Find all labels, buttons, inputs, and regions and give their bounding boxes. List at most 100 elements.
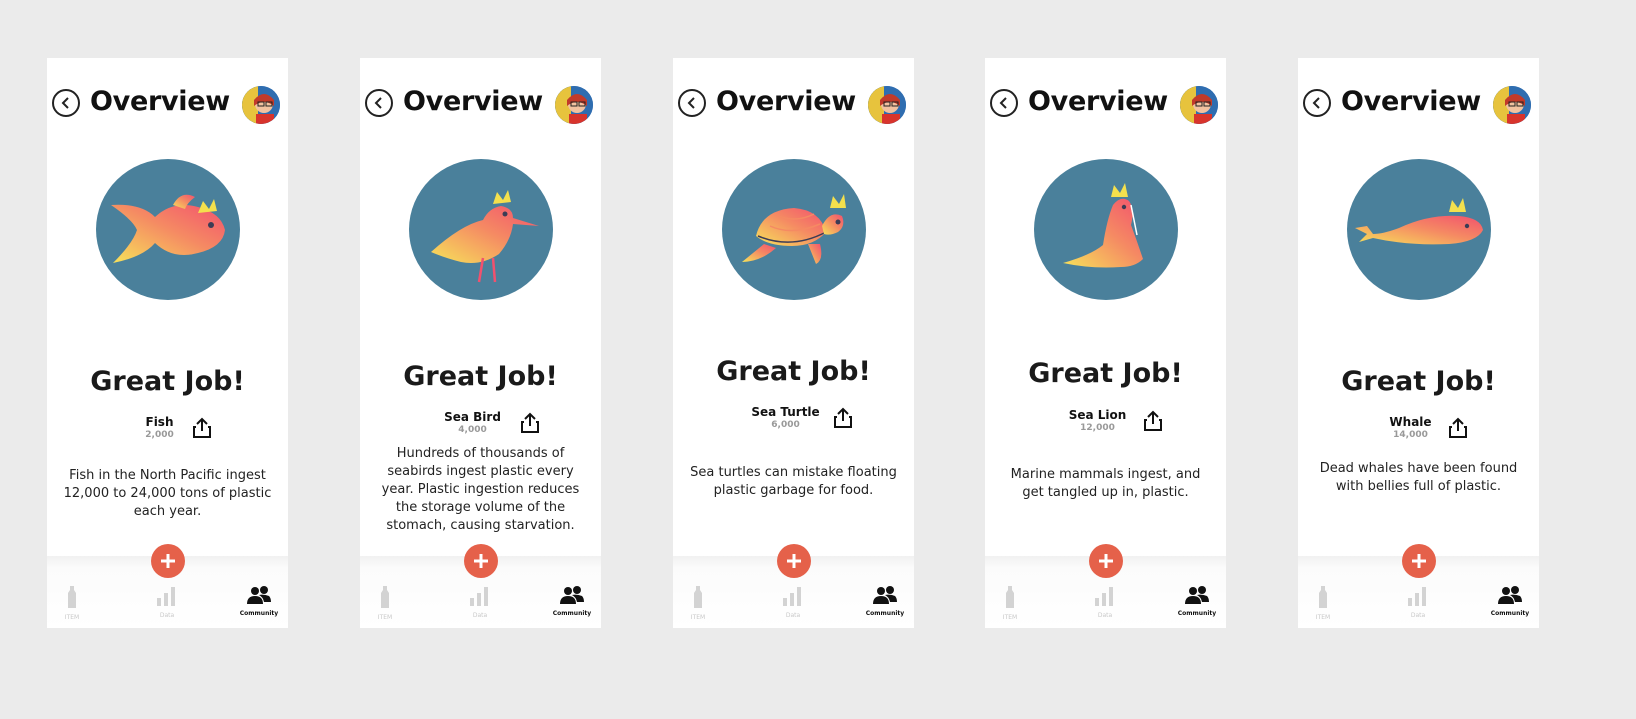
share-icon[interactable] bbox=[1448, 417, 1468, 439]
tab-data[interactable]: Data bbox=[142, 586, 192, 619]
page-title: Overview bbox=[1028, 86, 1168, 117]
screen-sea-lion: Overview Great Job! Sea Lion 12,000 Mari… bbox=[985, 58, 1226, 628]
page-title: Overview bbox=[90, 86, 230, 117]
animal-illustration bbox=[95, 159, 240, 300]
tab-community[interactable]: Community bbox=[860, 586, 910, 617]
back-button[interactable] bbox=[1303, 89, 1331, 117]
tab-label: Data bbox=[1410, 612, 1426, 619]
tab-bar: ITEM Data Community bbox=[47, 544, 288, 628]
back-button[interactable] bbox=[678, 89, 706, 117]
community-icon bbox=[560, 586, 584, 604]
description: Dead whales have been found with bellies… bbox=[1319, 461, 1518, 494]
animal-count: 12,000 bbox=[1080, 423, 1115, 433]
header: Overview bbox=[990, 86, 1226, 126]
tab-community[interactable]: Community bbox=[234, 586, 284, 617]
tab-data[interactable]: Data bbox=[768, 586, 818, 619]
bar-chart-icon bbox=[157, 587, 175, 606]
tab-item[interactable]: ITEM bbox=[1298, 586, 1348, 621]
community-icon bbox=[247, 586, 271, 604]
chevron-left-icon bbox=[61, 97, 69, 109]
heading: Great Job! bbox=[403, 361, 558, 392]
bar-chart-icon bbox=[783, 587, 801, 606]
animal-name: Sea Turtle bbox=[751, 405, 820, 419]
tab-bar: ITEM Data Community bbox=[1298, 544, 1539, 628]
screen-whale: Overview Great Job! Whale 14,000 Dead wh… bbox=[1298, 58, 1539, 628]
description: Fish in the North Pacific ingest 12,000 … bbox=[63, 468, 272, 519]
tab-label: ITEM bbox=[1002, 614, 1018, 621]
plus-icon bbox=[1098, 554, 1113, 568]
animal-name-row: Sea Lion 12,000 bbox=[985, 408, 1226, 438]
tab-item[interactable]: ITEM bbox=[985, 586, 1035, 621]
tab-data[interactable]: Data bbox=[1393, 586, 1443, 619]
tab-label: Community bbox=[239, 610, 279, 617]
page-title: Overview bbox=[403, 86, 543, 117]
plus-icon bbox=[786, 554, 801, 568]
animal-name-row: Fish 2,000 bbox=[47, 415, 288, 445]
avatar[interactable] bbox=[555, 86, 593, 124]
tab-community[interactable]: Community bbox=[1172, 586, 1222, 617]
tab-data[interactable]: Data bbox=[455, 586, 505, 619]
header: Overview bbox=[365, 86, 601, 126]
add-button[interactable] bbox=[1088, 544, 1123, 578]
chevron-left-icon bbox=[687, 97, 695, 109]
animal-count: 2,000 bbox=[145, 430, 174, 440]
animal-name-row: Whale 14,000 bbox=[1298, 415, 1539, 445]
community-icon bbox=[1185, 586, 1209, 604]
tab-label: Data bbox=[1097, 612, 1113, 619]
page-title: Overview bbox=[1341, 86, 1481, 117]
plus-icon bbox=[473, 554, 488, 568]
description: Sea turtles can mistake floating plastic… bbox=[690, 465, 897, 498]
plus-icon bbox=[1411, 554, 1426, 568]
tab-item[interactable]: ITEM bbox=[47, 586, 97, 621]
add-button[interactable] bbox=[1401, 544, 1436, 578]
add-button[interactable] bbox=[463, 544, 498, 578]
avatar[interactable] bbox=[1493, 86, 1531, 124]
seabird-icon bbox=[430, 189, 539, 282]
tab-label: Data bbox=[785, 612, 801, 619]
tab-label: Community bbox=[865, 610, 905, 617]
tab-label: Data bbox=[472, 612, 488, 619]
tab-label: Community bbox=[1177, 610, 1217, 617]
tab-data[interactable]: Data bbox=[1080, 586, 1130, 619]
share-icon[interactable] bbox=[1143, 410, 1163, 432]
fish-icon bbox=[110, 194, 225, 263]
tab-community[interactable]: Community bbox=[1485, 586, 1535, 617]
tab-item[interactable]: ITEM bbox=[673, 586, 723, 621]
animal-count: 6,000 bbox=[771, 420, 800, 430]
share-icon[interactable] bbox=[833, 407, 853, 429]
bar-chart-icon bbox=[1095, 587, 1113, 606]
back-button[interactable] bbox=[52, 89, 80, 117]
tab-label: Community bbox=[552, 610, 592, 617]
add-button[interactable] bbox=[776, 544, 811, 578]
avatar[interactable] bbox=[868, 86, 906, 124]
screen-fish: Overview Great Job! Fish 2,000 Fish in t… bbox=[47, 58, 288, 628]
share-icon[interactable] bbox=[192, 417, 212, 439]
tab-label: ITEM bbox=[64, 614, 80, 621]
back-button[interactable] bbox=[365, 89, 393, 117]
tab-label: Data bbox=[159, 612, 175, 619]
share-icon[interactable] bbox=[520, 412, 540, 434]
avatar[interactable] bbox=[1180, 86, 1218, 124]
tab-label: ITEM bbox=[1315, 614, 1331, 621]
bottle-icon bbox=[1319, 586, 1327, 608]
page-title: Overview bbox=[716, 86, 856, 117]
chevron-left-icon bbox=[374, 97, 382, 109]
bar-chart-icon bbox=[1408, 587, 1426, 606]
plus-icon bbox=[160, 554, 175, 568]
whale-icon bbox=[1354, 197, 1483, 244]
tab-bar: ITEM Data Community bbox=[673, 544, 914, 628]
screen-sea-turtle: Overview Great Job! Sea Turtle 6,000 Sea… bbox=[673, 58, 914, 628]
animal-illustration bbox=[1033, 159, 1178, 300]
tab-community[interactable]: Community bbox=[547, 586, 597, 617]
animal-name-row: Sea Turtle 6,000 bbox=[673, 405, 914, 435]
back-button[interactable] bbox=[990, 89, 1018, 117]
tab-label: Community bbox=[1490, 610, 1530, 617]
bottle-icon bbox=[68, 586, 76, 608]
avatar[interactable] bbox=[242, 86, 280, 124]
description: Marine mammals ingest, and get tangled u… bbox=[1010, 467, 1201, 500]
tab-item[interactable]: ITEM bbox=[360, 586, 410, 621]
add-button[interactable] bbox=[150, 544, 185, 578]
tab-bar: ITEM Data Community bbox=[360, 544, 601, 628]
tab-label: ITEM bbox=[690, 614, 706, 621]
animal-illustration bbox=[408, 159, 553, 300]
